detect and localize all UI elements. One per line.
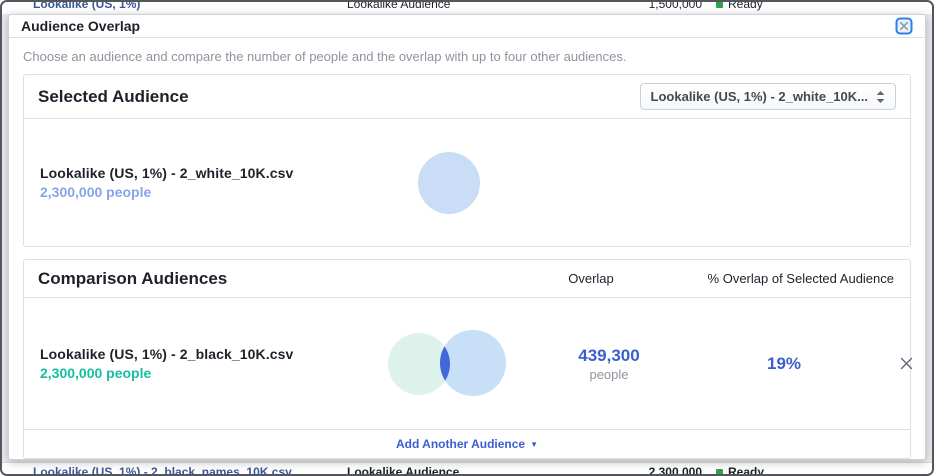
comparison-footer: Add Another Audience ▼ — [24, 430, 910, 458]
overlap-unit: people — [534, 367, 684, 382]
overlap-column-header: Overlap — [516, 271, 666, 286]
selected-audience-name: Lookalike (US, 1%) - 2_white_10K.csv — [40, 165, 364, 181]
overlap-count: 439,300 — [534, 346, 684, 366]
status-dot-icon — [716, 2, 723, 8]
selected-audience-header: Selected Audience Lookalike (US, 1%) - 2… — [24, 75, 910, 119]
modal-header: Audience Overlap — [9, 15, 925, 38]
selected-audience-dropdown[interactable]: Lookalike (US, 1%) - 2_white_10K... — [640, 83, 896, 110]
remove-audience-icon[interactable] — [884, 356, 928, 371]
up-down-arrows-icon — [876, 91, 885, 103]
background-audience-size: 1,500,000 — [602, 2, 702, 11]
background-audience-link[interactable]: Lookalike (US, 1%) - 2_black_names_10K.c… — [33, 465, 292, 474]
background-audience-size: 2,300,000 — [602, 465, 702, 474]
audience-overlap-modal: Audience Overlap Choose an audience and … — [8, 14, 926, 460]
chevron-down-icon: ▼ — [530, 440, 538, 449]
window: Lookalike (US, 1%) Lookalike Audience 1,… — [0, 0, 934, 476]
comparison-audience-people: 2,300,000 people — [40, 365, 364, 381]
background-audience-type: Lookalike Audience — [347, 465, 459, 474]
audience-circle — [418, 152, 480, 214]
percent-overlap-column-header: % Overlap of Selected Audience — [666, 271, 910, 286]
selected-audience-heading: Selected Audience — [38, 87, 189, 107]
comparison-audiences-card: Comparison Audiences Overlap % Overlap o… — [23, 259, 911, 459]
background-audience-status: Ready — [716, 2, 763, 11]
close-icon[interactable] — [895, 17, 913, 35]
comparison-header: Comparison Audiences Overlap % Overlap o… — [24, 260, 910, 298]
comparison-audience-info: Lookalike (US, 1%) - 2_black_10K.csv 2,3… — [24, 346, 364, 381]
overlap-percent: 19% — [684, 354, 884, 374]
selected-audience-people: 2,300,000 people — [40, 184, 364, 200]
dropdown-value: Lookalike (US, 1%) - 2_white_10K... — [651, 89, 868, 104]
comparison-row: Lookalike (US, 1%) - 2_black_10K.csv 2,3… — [24, 298, 910, 430]
comparison-heading: Comparison Audiences — [24, 269, 516, 289]
selected-audience-card: Selected Audience Lookalike (US, 1%) - 2… — [23, 74, 911, 247]
modal-subtitle: Choose an audience and compare the numbe… — [9, 38, 925, 74]
overlap-value-cell: 439,300 people — [534, 346, 684, 382]
background-audience-status: Ready — [716, 465, 764, 474]
comparison-row-left: Lookalike (US, 1%) - 2_black_10K.csv 2,3… — [24, 319, 534, 409]
background-audience-link[interactable]: Lookalike (US, 1%) — [33, 2, 140, 11]
background-audience-type: Lookalike Audience — [347, 2, 450, 11]
selected-audience-row: Lookalike (US, 1%) - 2_white_10K.csv 2,3… — [24, 119, 910, 246]
background-table-row-bottom: Lookalike (US, 1%) - 2_black_names_10K.c… — [2, 462, 932, 474]
venn-diagram — [364, 319, 534, 409]
status-dot-icon — [716, 469, 723, 475]
background-table-row-top: Lookalike (US, 1%) Lookalike Audience 1,… — [2, 2, 932, 14]
modal-title: Audience Overlap — [21, 18, 140, 34]
comparison-audience-name: Lookalike (US, 1%) - 2_black_10K.csv — [40, 346, 364, 362]
selected-audience-circle-area — [364, 152, 534, 214]
selected-audience-info: Lookalike (US, 1%) - 2_white_10K.csv 2,3… — [24, 165, 364, 200]
add-another-audience-button[interactable]: Add Another Audience ▼ — [396, 437, 538, 451]
